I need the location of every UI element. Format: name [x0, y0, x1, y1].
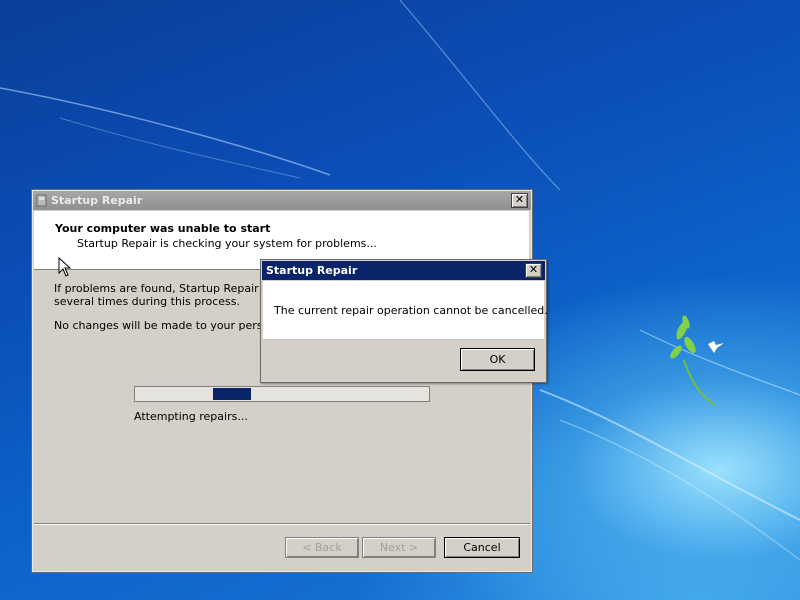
- header-title: Your computer was unable to start: [55, 222, 271, 235]
- header-subtitle: Startup Repair is checking your system f…: [77, 237, 377, 250]
- info-text-changes: No changes will be made to your personal…: [54, 319, 294, 332]
- window-title: Startup Repair: [51, 194, 143, 207]
- close-icon: ✕: [514, 193, 525, 206]
- progress-status: Attempting repairs...: [134, 410, 248, 423]
- startup-repair-icon: [36, 194, 47, 207]
- title-bar[interactable]: Startup Repair ✕: [33, 191, 531, 210]
- plant-logo-icon: [670, 315, 716, 406]
- mouse-pointer-icon: [58, 257, 72, 277]
- dialog-message: The current repair operation cannot be c…: [274, 304, 548, 317]
- close-icon: ✕: [528, 263, 539, 276]
- cannot-cancel-dialog: Startup Repair ✕ The current repair oper…: [260, 259, 548, 383]
- dialog-title-bar[interactable]: Startup Repair ✕: [262, 261, 545, 280]
- dialog-content: The current repair operation cannot be c…: [263, 281, 548, 340]
- cancel-button[interactable]: Cancel: [444, 537, 520, 558]
- progress-bar: [134, 386, 430, 402]
- ok-button[interactable]: OK: [460, 348, 535, 371]
- separator: [34, 523, 530, 525]
- info-text-line1: If problems are found, Startup Repair wi…: [54, 282, 288, 295]
- dialog-title: Startup Repair: [266, 264, 358, 277]
- next-button[interactable]: Next >: [362, 537, 436, 558]
- dialog-close-button[interactable]: ✕: [525, 263, 542, 278]
- back-button[interactable]: < Back: [285, 537, 359, 558]
- bird-icon: [708, 341, 724, 353]
- info-text-line2: several times during this process.: [54, 295, 240, 308]
- progress-fill: [213, 388, 251, 400]
- close-button[interactable]: ✕: [511, 193, 528, 208]
